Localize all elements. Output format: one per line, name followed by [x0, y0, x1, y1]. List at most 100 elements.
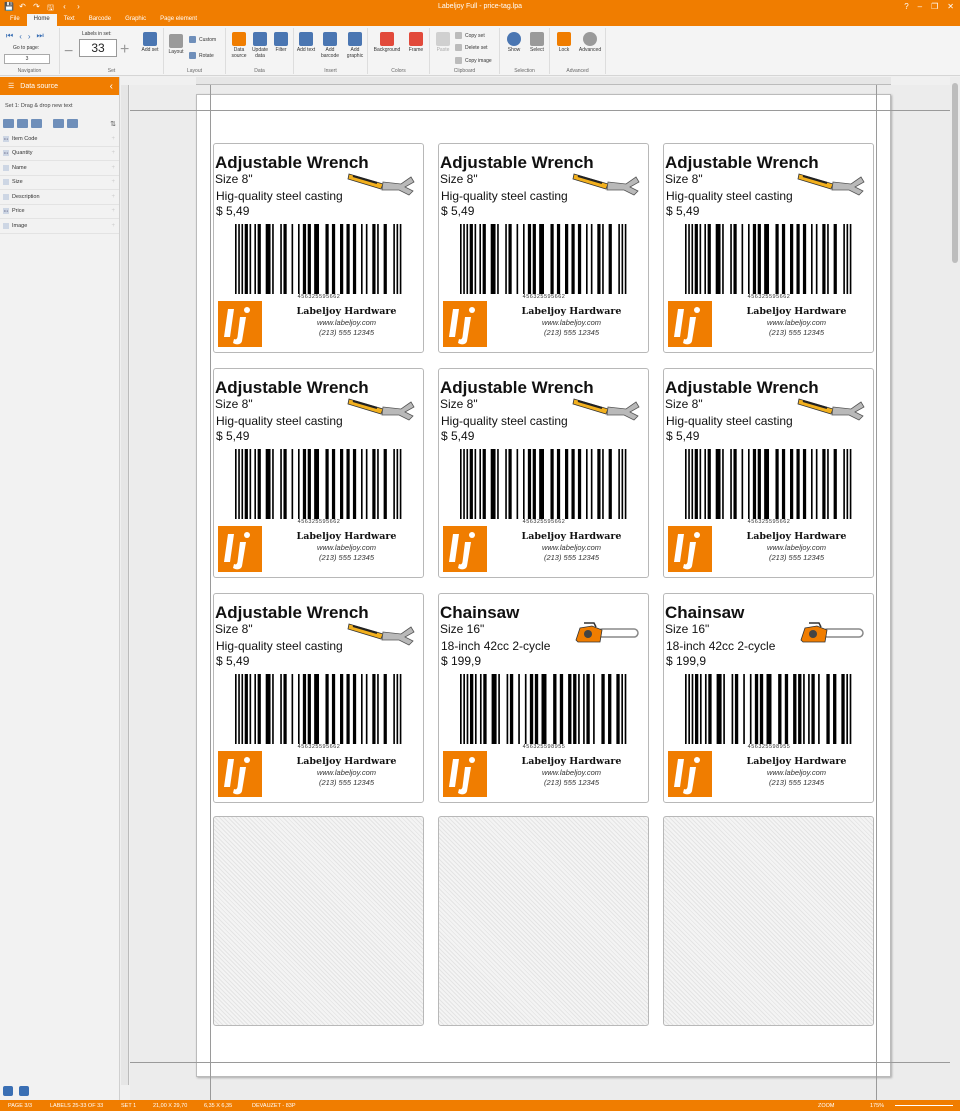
collapse-panel-icon[interactable]: ‹: [110, 81, 113, 92]
labels-in-set-input[interactable]: 33: [79, 39, 117, 57]
drag-handle-icon[interactable]: +: [111, 208, 115, 214]
field-item[interactable]: 0.1 Quantity +: [0, 147, 119, 161]
field-item[interactable]: 0.1 Item Code +: [0, 132, 119, 147]
price-tag-label[interactable]: Adjustable Wrench Size 8" Hig-quality stee…: [213, 593, 424, 803]
tab-page-element[interactable]: Page element: [153, 14, 204, 26]
first-page-icon[interactable]: ⏮: [6, 31, 13, 41]
add-image-field-icon[interactable]: [31, 119, 42, 128]
refresh-icon[interactable]: [19, 1086, 29, 1096]
vertical-scrollbar[interactable]: [950, 77, 960, 1100]
move-right-icon[interactable]: [67, 119, 78, 128]
field-item[interactable]: Name +: [0, 161, 119, 176]
barcode-bar: [846, 449, 849, 519]
next-page-icon[interactable]: ›: [28, 32, 31, 41]
drag-handle-icon[interactable]: +: [111, 136, 115, 142]
restore-icon[interactable]: ❐: [931, 2, 938, 11]
custom-button[interactable]: Custom: [189, 36, 216, 43]
help-icon[interactable]: ?: [904, 2, 908, 11]
price-tag-label[interactable]: Chainsaw Size 16" 18-inch 42cc 2-cycle $ 19…: [663, 593, 874, 803]
decrease-icon[interactable]: −: [64, 43, 73, 61]
rotate-button[interactable]: Rotate: [189, 52, 214, 59]
add-barcode-button[interactable]: Add barcode: [318, 32, 342, 59]
empty-label-slot[interactable]: [663, 816, 874, 1026]
update-data-label: Update data: [251, 47, 269, 59]
frame-button[interactable]: Frame: [405, 32, 427, 53]
drag-handle-icon[interactable]: +: [111, 179, 115, 185]
barcode-bar: [257, 449, 261, 519]
field-item[interactable]: Description +: [0, 190, 119, 205]
tab-graphic[interactable]: Graphic: [118, 14, 153, 26]
barcode-bar: [602, 449, 604, 519]
close-icon[interactable]: ✕: [947, 2, 954, 11]
increase-icon[interactable]: +: [120, 41, 129, 59]
price-tag-label[interactable]: Adjustable Wrench Size 8" Hig-quality stee…: [213, 368, 424, 578]
field-label: Size: [12, 179, 23, 186]
last-page-icon[interactable]: ⏭: [37, 31, 44, 41]
add-text-button[interactable]: Add text: [296, 32, 316, 53]
empty-label-slot[interactable]: [213, 816, 424, 1026]
tab-barcode[interactable]: Barcode: [82, 14, 118, 26]
prev-page-icon[interactable]: ‹: [19, 32, 22, 41]
empty-label-slot[interactable]: [438, 816, 649, 1026]
barcode-bar: [249, 449, 252, 519]
barcode-bar: [361, 674, 363, 744]
barcode-bar: [597, 449, 601, 519]
copy-set-button[interactable]: Copy set: [455, 32, 485, 39]
tab-file[interactable]: File: [3, 14, 27, 26]
connect-icon[interactable]: [3, 1086, 13, 1096]
product-size: Size 8": [665, 397, 703, 411]
barcode-number: 456325595662: [297, 294, 341, 300]
price-tag-label[interactable]: Adjustable Wrench Size 8" Hig-quality stee…: [213, 143, 424, 353]
select-button[interactable]: Select: [526, 32, 548, 53]
barcode-bar: [694, 674, 699, 744]
delete-set-button[interactable]: Delete set: [455, 44, 488, 51]
add-set-button[interactable]: Add set: [140, 32, 160, 53]
add-barcode-field-icon[interactable]: [17, 119, 28, 128]
minimize-icon[interactable]: –: [918, 2, 922, 11]
layout-button[interactable]: Layout: [166, 34, 186, 55]
data-source-button[interactable]: Data source: [228, 32, 250, 59]
price-tag-label[interactable]: Adjustable Wrench Size 8" Hig-quality stee…: [663, 143, 874, 353]
sort-icon[interactable]: ⇅: [110, 120, 116, 128]
copy-image-button[interactable]: Copy image: [455, 57, 492, 64]
field-item[interactable]: Size +: [0, 176, 119, 190]
price-tag-label[interactable]: Adjustable Wrench Size 8" Hig-quality stee…: [663, 368, 874, 578]
zoom-slider[interactable]: [895, 1105, 953, 1106]
barcode-bar: [534, 674, 539, 744]
barcode-bar: [790, 449, 794, 519]
show-button[interactable]: Show: [503, 32, 525, 53]
barcode-bar: [578, 674, 580, 744]
price-tag-label[interactable]: Adjustable Wrench Size 8" Hig-quality stee…: [438, 368, 649, 578]
drag-handle-icon[interactable]: +: [111, 194, 115, 200]
advanced-button[interactable]: Advanced: [576, 32, 604, 53]
tab-text[interactable]: Text: [57, 14, 82, 26]
field-item[interactable]: 0.1 Price +: [0, 205, 119, 219]
tab-home[interactable]: Home: [26, 14, 57, 26]
update-data-button[interactable]: Update data: [249, 32, 271, 59]
barcode-bar: [238, 224, 240, 294]
add-text-field-icon[interactable]: [3, 119, 14, 128]
barcode-bar: [508, 224, 512, 294]
barcode-bar: [396, 224, 399, 294]
price-tag-label[interactable]: Chainsaw Size 16" 18-inch 42cc 2-cycle $ 19…: [438, 593, 649, 803]
lock-button[interactable]: Lock: [553, 32, 575, 53]
price-tag-label[interactable]: Adjustable Wrench Size 8" Hig-quality stee…: [438, 143, 649, 353]
drag-handle-icon[interactable]: +: [111, 150, 115, 156]
drag-handle-icon[interactable]: +: [111, 165, 115, 171]
drag-handle-icon[interactable]: +: [111, 223, 115, 229]
scrollbar-thumb[interactable]: [952, 83, 958, 263]
wrench-icon: [347, 623, 415, 646]
filter-button[interactable]: Filter: [271, 32, 291, 53]
lj-logo-icon: [224, 757, 250, 795]
barcode-bar: [764, 449, 769, 519]
background-button[interactable]: Background: [370, 32, 404, 53]
barcode-bar: [691, 449, 694, 519]
goto-page-input[interactable]: 3: [4, 54, 50, 64]
paste-button[interactable]: Paste: [433, 32, 453, 53]
barcode-bar: [505, 224, 507, 294]
add-graphic-button[interactable]: Add graphic: [343, 32, 367, 59]
field-item[interactable]: Image +: [0, 219, 119, 234]
barcode-bar: [757, 224, 761, 294]
barcode-bar: [302, 224, 307, 294]
move-left-icon[interactable]: [53, 119, 64, 128]
